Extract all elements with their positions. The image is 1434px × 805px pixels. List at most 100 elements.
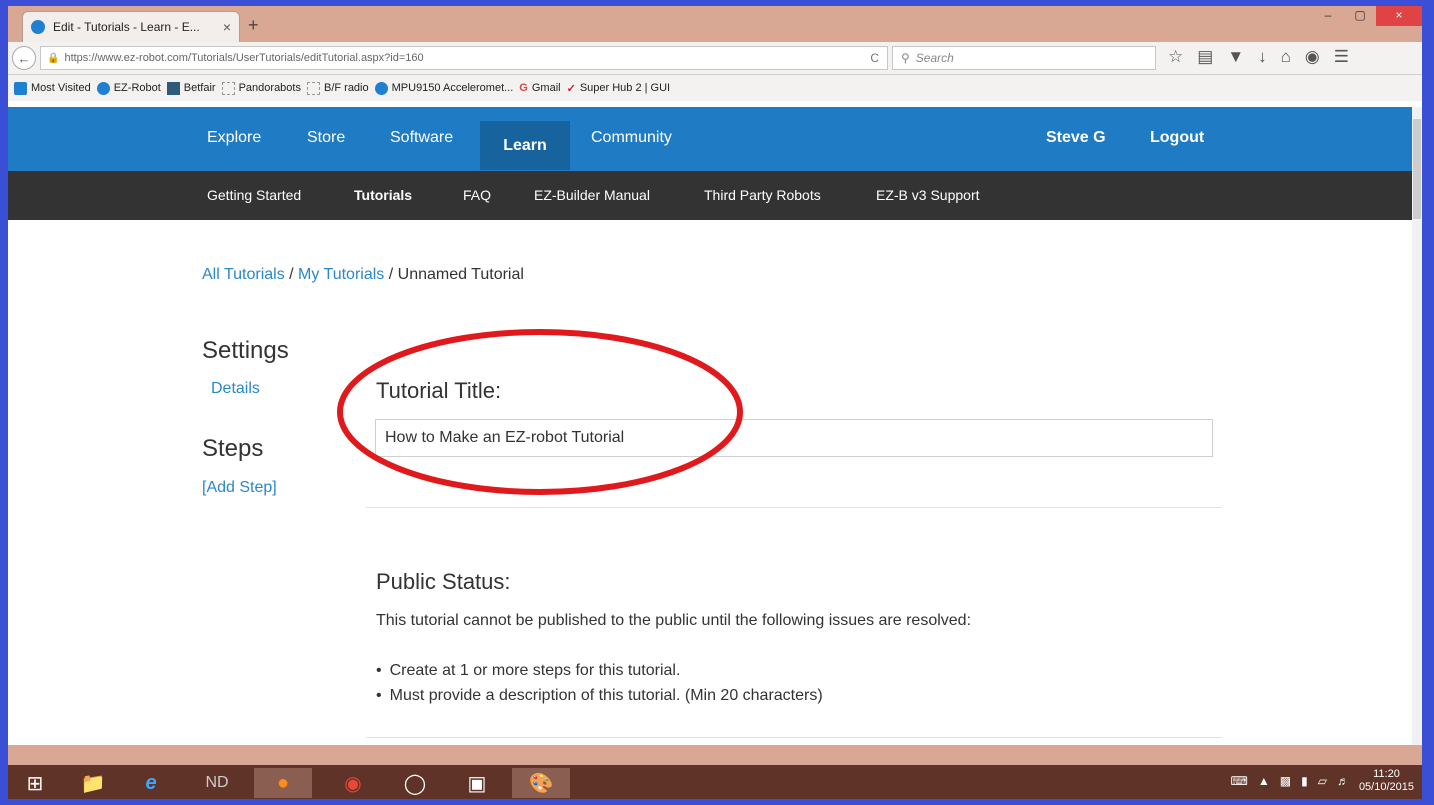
clock-time: 11:20	[1373, 768, 1400, 780]
monitor-app-icon[interactable]: ▣	[454, 768, 500, 798]
download-icon[interactable]: ↓	[1258, 47, 1267, 67]
scrollbar-thumb[interactable]	[1413, 119, 1421, 219]
firefox-icon[interactable]: ●	[254, 768, 312, 798]
breadcrumb-separator: /	[384, 266, 398, 283]
file-explorer-icon[interactable]: 📁	[70, 768, 116, 798]
subnav-faq[interactable]: FAQ	[463, 187, 491, 203]
subnav-third-party-robots[interactable]: Third Party Robots	[704, 187, 821, 203]
bookmark-ez-robot[interactable]: EZ-Robot	[96, 81, 161, 95]
public-status-heading: Public Status:	[376, 569, 511, 594]
subnav-ez-builder-manual[interactable]: EZ-Builder Manual	[534, 187, 650, 203]
paint-app-icon[interactable]: 🎨	[512, 768, 570, 798]
settings-heading: Settings	[202, 337, 289, 364]
headphones-app-icon[interactable]: ◉	[330, 768, 376, 798]
subnav-getting-started[interactable]: Getting Started	[207, 187, 301, 203]
sub-nav: Getting Started Tutorials FAQ EZ-Builder…	[8, 171, 1422, 220]
nav-software[interactable]: Software	[390, 129, 453, 147]
bookmark-label: Gmail	[531, 82, 561, 94]
nav-store[interactable]: Store	[307, 129, 345, 147]
subnav-ezb-v3-support[interactable]: EZ-B v3 Support	[876, 187, 980, 203]
search-input[interactable]: ⚲ Search	[892, 46, 1156, 70]
bookmark-super-hub[interactable]: ✓ Super Hub 2 | GUI	[567, 82, 671, 95]
internet-explorer-icon[interactable]: e	[128, 768, 174, 798]
search-icon: ⚲	[901, 51, 910, 65]
nav-community[interactable]: Community	[591, 129, 672, 147]
bookmark-mpu9150[interactable]: MPU9150 Acceleromet...	[374, 81, 514, 95]
browser-tab[interactable]: Edit - Tutorials - Learn - E... ×	[22, 11, 240, 42]
bookmark-label: Pandorabots	[238, 82, 301, 94]
bookmark-label: EZ-Robot	[113, 82, 161, 94]
bookmark-label: MPU9150 Acceleromet...	[391, 82, 514, 94]
reading-list-icon[interactable]: ▤	[1197, 47, 1213, 67]
breadcrumb-my-tutorials[interactable]: My Tutorials	[298, 266, 384, 283]
taskbar: ⊞ 📁 e ND ● ◉ ◯ ▣ 🎨 ⌨ ▲ ▩ ▮ ▱ ♬ 11:20 05/…	[8, 765, 1422, 799]
issues-list: Create at 1 or more steps for this tutor…	[376, 658, 823, 708]
bookmark-pandorabots[interactable]: Pandorabots	[221, 81, 301, 95]
minimize-button[interactable]: –	[1312, 6, 1344, 26]
bookmark-betfair[interactable]: Betfair	[166, 81, 216, 95]
breadcrumb-separator: /	[284, 266, 299, 283]
red-annotation-ellipse	[337, 329, 743, 495]
ezrobot-favicon-icon	[31, 20, 45, 34]
bookmark-most-visited[interactable]: Most Visited	[14, 81, 91, 95]
bookmark-bf-radio[interactable]: B/F radio	[306, 81, 369, 95]
signal-icon[interactable]: ▱	[1318, 774, 1327, 788]
new-tab-button[interactable]: +	[248, 15, 259, 36]
keyboard-icon[interactable]: ⌨	[1231, 774, 1248, 788]
bookmark-label: Betfair	[183, 82, 216, 94]
chat-icon[interactable]: ◉	[1305, 47, 1320, 67]
start-icon[interactable]: ⊞	[12, 768, 58, 798]
window-bottom-border	[8, 745, 1422, 765]
breadcrumb-all-tutorials[interactable]: All Tutorials	[202, 266, 285, 283]
browser-window: Edit - Tutorials - Learn - E... × + – ▢ …	[8, 6, 1422, 799]
tray-arrow-icon[interactable]: ▲	[1258, 774, 1270, 788]
maximize-button[interactable]: ▢	[1344, 6, 1376, 26]
tab-close-icon[interactable]: ×	[223, 19, 231, 35]
divider	[366, 737, 1222, 738]
page-icon	[221, 81, 235, 95]
public-status-message: This tutorial cannot be published to the…	[376, 612, 972, 629]
list-item: Create at 1 or more steps for this tutor…	[376, 658, 823, 683]
back-button[interactable]: ←	[12, 46, 36, 70]
url-text: https://www.ez-robot.com/Tutorials/UserT…	[64, 52, 424, 64]
media-app-icon[interactable]: ◯	[392, 768, 438, 798]
bookmark-star-icon[interactable]: ☆	[1168, 47, 1183, 67]
system-tray: ⌨ ▲ ▩ ▮ ▱ ♬ 11:20 05/10/2015	[1231, 768, 1414, 794]
google-icon: G	[519, 82, 528, 94]
subnav-tutorials[interactable]: Tutorials	[354, 187, 412, 203]
bookmark-gmail[interactable]: G Gmail	[519, 82, 560, 94]
lock-icon: 🔒	[47, 52, 60, 64]
volume-icon[interactable]: ♬	[1337, 774, 1349, 788]
close-window-button[interactable]: ×	[1376, 6, 1422, 26]
add-step-link[interactable]: [Add Step]	[202, 479, 277, 497]
nd-icon[interactable]: ND	[194, 768, 240, 798]
steps-heading: Steps	[202, 435, 264, 462]
home-icon[interactable]: ⌂	[1281, 47, 1291, 67]
user-name-link[interactable]: Steve G	[1046, 129, 1106, 147]
back-arrow-icon: ←	[17, 50, 31, 66]
clock-date: 05/10/2015	[1358, 781, 1414, 793]
search-placeholder: Search	[915, 51, 954, 65]
annotation-ellipse-shape	[337, 329, 743, 495]
logout-link[interactable]: Logout	[1150, 129, 1204, 147]
network-icon[interactable]: ▩	[1280, 774, 1291, 788]
url-bar[interactable]: 🔒 https://www.ez-robot.com/Tutorials/Use…	[40, 46, 888, 70]
details-link[interactable]: Details	[211, 380, 260, 398]
menu-icon[interactable]: ☰	[1334, 47, 1349, 67]
bookmark-label: Most Visited	[31, 82, 91, 94]
page-icon	[306, 81, 320, 95]
breadcrumb: All Tutorials / My Tutorials / Unnamed T…	[202, 266, 524, 284]
pocket-icon[interactable]: ▼	[1227, 47, 1244, 67]
check-icon: ✓	[566, 82, 576, 95]
reload-icon[interactable]: C	[870, 51, 879, 65]
site-header: Explore Store Software Learn Community S…	[8, 107, 1422, 171]
battery-icon[interactable]: ▮	[1301, 774, 1308, 788]
bookmark-label: Super Hub 2 | GUI	[579, 82, 671, 94]
ezrobot-icon	[374, 81, 388, 95]
nav-explore[interactable]: Explore	[207, 129, 261, 147]
tab-title: Edit - Tutorials - Learn - E...	[53, 20, 200, 34]
clock[interactable]: 11:20 05/10/2015	[1359, 768, 1414, 794]
nav-learn[interactable]: Learn	[480, 121, 570, 170]
bookmarks-toolbar: Most Visited EZ-Robot Betfair Pandorabot…	[8, 75, 1422, 101]
bookmark-icon	[14, 81, 27, 95]
